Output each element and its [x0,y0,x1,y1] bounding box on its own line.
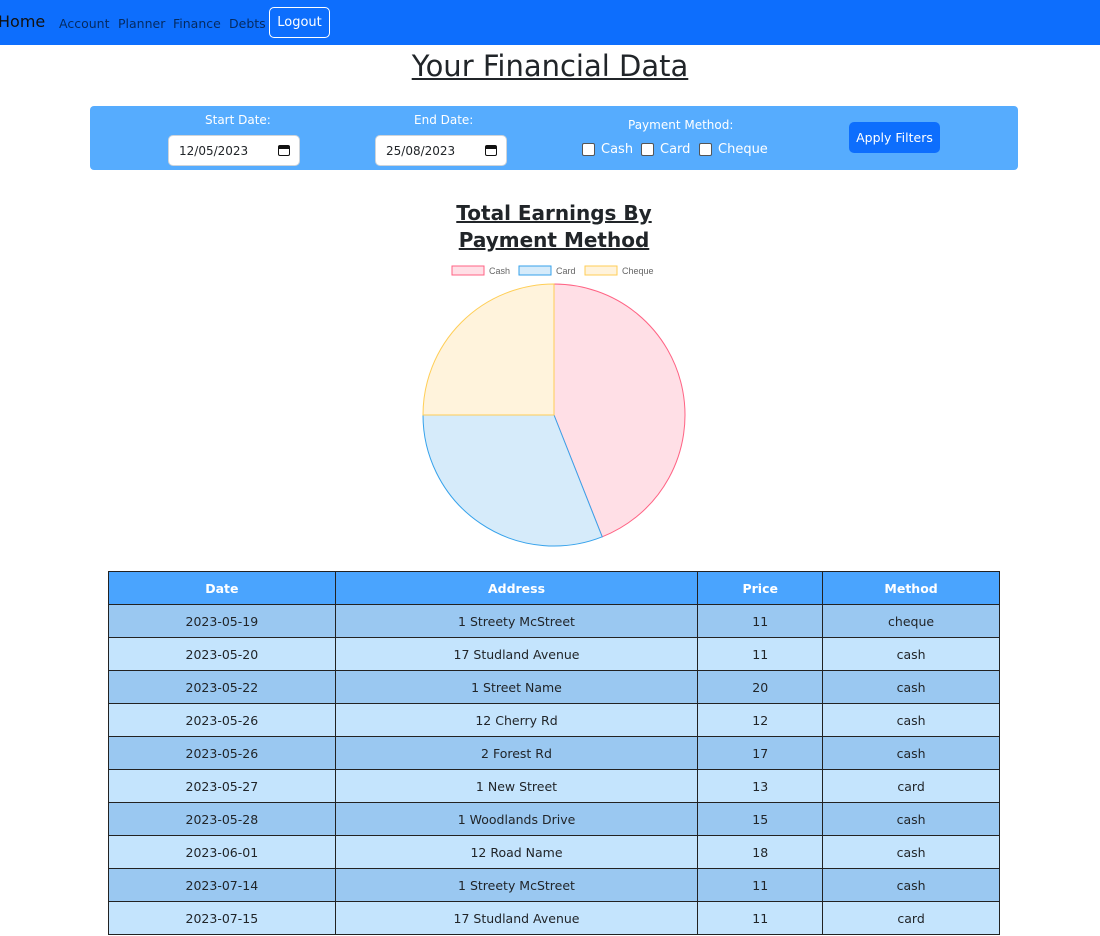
cell-price: 18 [697,835,824,869]
cell-date: 2023-05-22 [108,670,336,704]
table-row: 2023-07-15 17 Studland Avenue 11 card [108,901,1000,935]
nav-debts-link[interactable]: Debts [229,16,266,31]
legend-swatch-card[interactable] [518,265,552,276]
chart-legend: Cash Card Cheque [451,265,654,276]
cell-date: 2023-05-28 [108,802,336,836]
end-date-input[interactable]: 25/08/2023 [375,135,507,166]
cell-method: cash [822,868,1000,902]
cell-date: 2023-05-26 [108,703,336,737]
cell-date: 2023-06-01 [108,835,336,869]
table-row: 2023-05-26 2 Forest Rd 17 cash [108,736,1000,770]
card-checkbox-label: Card [660,142,691,157]
pie-slices [422,283,686,547]
cell-address: 1 New Street [334,769,699,803]
legend-label-cheque: Cheque [622,266,654,276]
earnings-table: Date Address Price Method 2023-05-19 1 St… [108,571,1000,935]
table-row: 2023-07-14 1 Streety McStreet 11 cash [108,868,1000,902]
cell-date: 2023-05-19 [108,604,336,638]
nav-finance-link[interactable]: Finance [173,16,221,31]
cell-method: cheque [822,604,1000,638]
cell-address: 1 Street Name [334,670,699,704]
pie-slice-cheque[interactable] [422,283,555,416]
nav-account-link[interactable]: Account [59,16,109,31]
calendar-icon[interactable] [278,144,290,156]
cell-date: 2023-05-26 [108,736,336,770]
cell-address: 17 Studland Avenue [334,901,699,935]
payment-method-checkboxes: Cash Card Cheque [582,142,782,159]
cell-address: 1 Woodlands Drive [334,802,699,836]
table-row: 2023-05-19 1 Streety McStreet 11 cheque [108,604,1000,638]
table-row: 2023-05-20 17 Studland Avenue 11 cash [108,637,1000,671]
cell-address: 2 Forest Rd [334,736,699,770]
legend-label-card: Card [556,266,576,276]
logout-button[interactable]: Logout [269,7,330,38]
cell-price: 11 [697,637,824,671]
nav-planner-link[interactable]: Planner [118,16,165,31]
cell-price: 17 [697,736,824,770]
table-row: 2023-06-01 12 Road Name 18 cash [108,835,1000,869]
cell-date: 2023-05-27 [108,769,336,803]
cell-method: card [822,901,1000,935]
cell-price: 15 [697,802,824,836]
start-date-input[interactable]: 12/05/2023 [168,135,300,166]
table-row: 2023-05-22 1 Street Name 20 cash [108,670,1000,704]
cell-address: 1 Streety McStreet [334,604,699,638]
cell-method: card [822,769,1000,803]
cell-price: 12 [697,703,824,737]
cheque-checkbox[interactable] [699,143,712,156]
cash-checkbox-label: Cash [601,142,634,157]
cell-address: 1 Streety McStreet [334,868,699,902]
table-header-row: Date Address Price Method [108,571,1000,605]
column-header-date: Date [108,571,336,605]
legend-swatch-cheque[interactable] [584,265,618,276]
card-checkbox[interactable] [641,143,654,156]
cell-method: cash [822,835,1000,869]
page-title: Your Financial Data [411,49,689,83]
cell-method: cash [822,637,1000,671]
cash-checkbox[interactable] [582,143,595,156]
cell-price: 11 [697,604,824,638]
cell-price: 13 [697,769,824,803]
apply-filters-button[interactable]: Apply Filters [849,122,940,153]
end-date-label: End Date: [414,113,474,127]
cell-method: cash [822,670,1000,704]
cell-price: 11 [697,868,824,902]
start-date-label: Start Date: [205,113,271,127]
column-header-method: Method [822,571,1000,605]
navbar: Home Account Planner Finance Debts Logou… [0,0,1100,45]
column-header-address: Address [334,571,699,605]
end-date-value: 25/08/2023 [386,144,456,158]
cell-date: 2023-07-15 [108,901,336,935]
payment-method-label: Payment Method: [628,118,734,132]
start-date-value: 12/05/2023 [179,144,249,158]
table-row: 2023-05-28 1 Woodlands Drive 15 cash [108,802,1000,836]
cell-address: 12 Cherry Rd [334,703,699,737]
cell-date: 2023-07-14 [108,868,336,902]
chart-title: Total Earnings By Payment Method [456,201,652,252]
table-row: 2023-05-27 1 New Street 13 card [108,769,1000,803]
cell-price: 11 [697,901,824,935]
cell-method: cash [822,703,1000,737]
cell-address: 17 Studland Avenue [334,637,699,671]
column-header-price: Price [697,571,824,605]
cell-address: 12 Road Name [334,835,699,869]
calendar-icon[interactable] [485,144,497,156]
cheque-checkbox-label: Cheque [718,142,768,157]
table-row: 2023-05-26 12 Cherry Rd 12 cash [108,703,1000,737]
cell-date: 2023-05-20 [108,637,336,671]
filter-bar: Start Date: 12/05/2023 End Date: 25/08/2… [90,106,1018,170]
nav-home-link[interactable]: Home [0,12,45,31]
cell-method: cash [822,802,1000,836]
payment-method-pie-chart: Cash Card Cheque [422,265,686,547]
cell-method: cash [822,736,1000,770]
legend-swatch-cash[interactable] [451,265,485,276]
legend-label-cash: Cash [489,266,510,276]
cell-price: 20 [697,670,824,704]
